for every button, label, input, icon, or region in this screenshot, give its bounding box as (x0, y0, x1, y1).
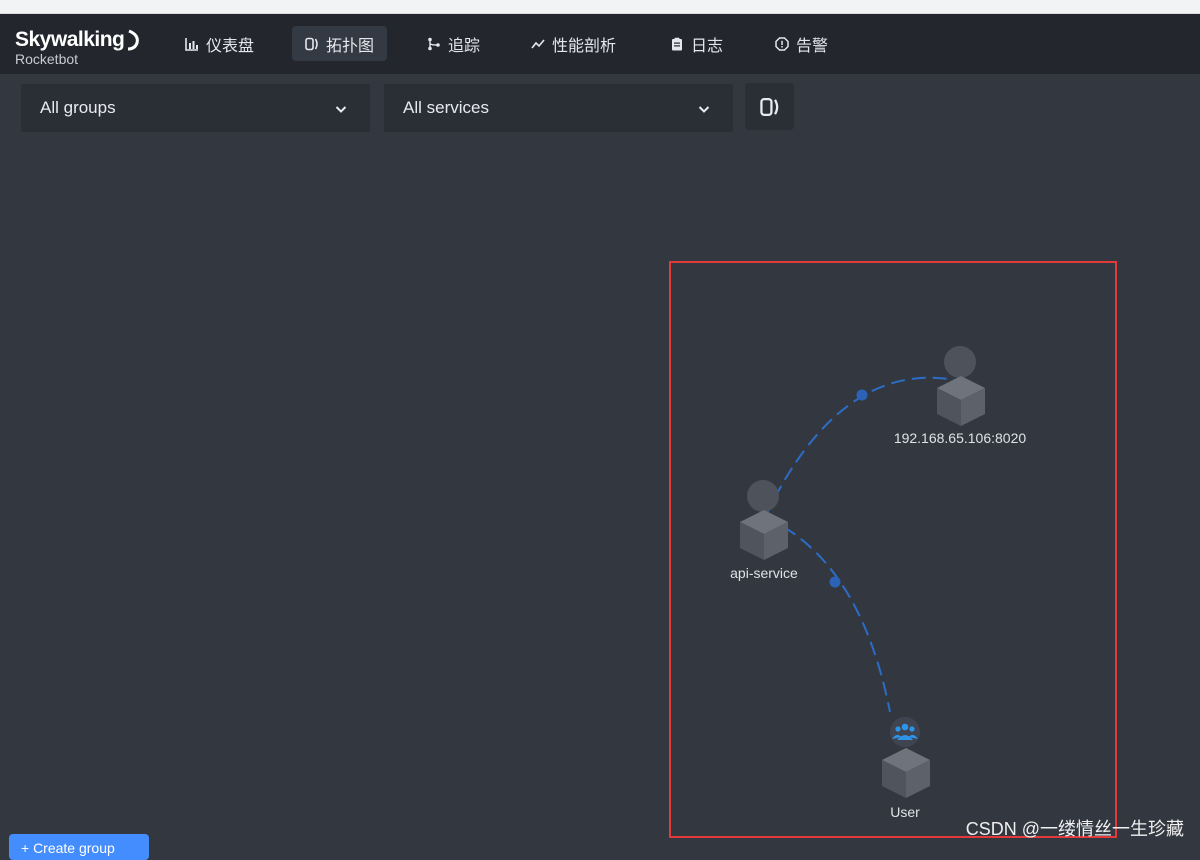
create-group-button[interactable]: + Create group (9, 834, 149, 860)
watermark: CSDN @一缕情丝一生珍藏 (965, 819, 1184, 839)
highlight-box (669, 261, 1117, 838)
